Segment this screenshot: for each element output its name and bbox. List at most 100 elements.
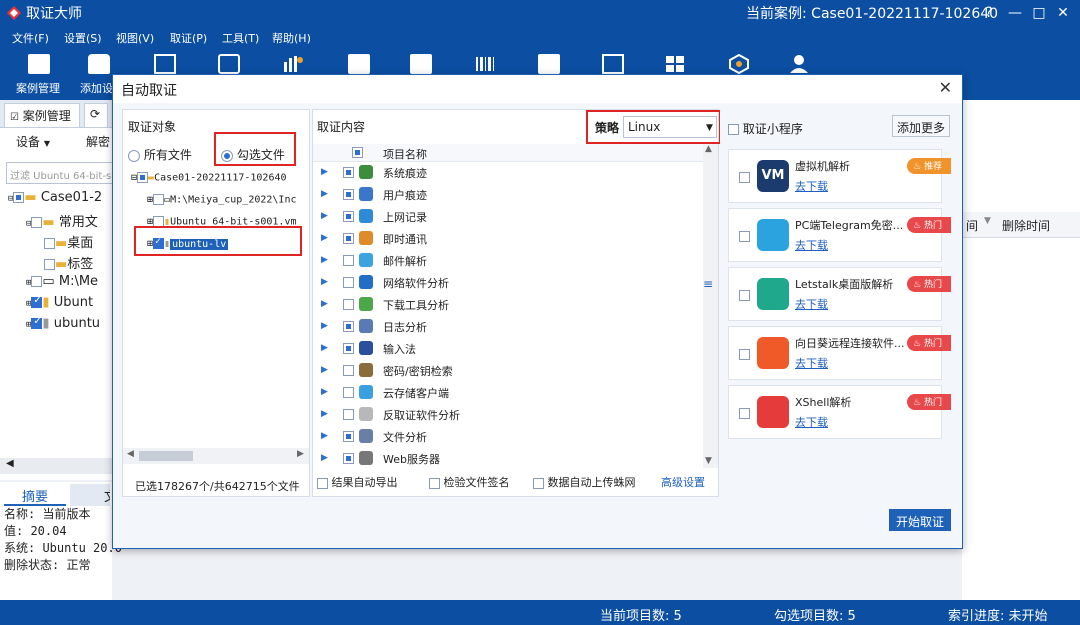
item-row[interactable]: ▶ 密码/密钥检索 <box>313 360 698 382</box>
col-time-header[interactable]: 间 <box>966 217 978 234</box>
item-row[interactable]: ▶ 用户痕迹 <box>313 184 698 206</box>
expand-arrow-icon[interactable]: ▶ <box>321 299 328 309</box>
opt-auto-upload[interactable]: 数据自动上传蛛网 <box>533 474 636 490</box>
expand-arrow-icon[interactable]: ▶ <box>321 365 328 375</box>
barcode-icon[interactable] <box>474 54 496 74</box>
dialog-close-button[interactable]: ✕ <box>939 78 952 97</box>
item-row[interactable]: ▶ 下载工具分析 <box>313 294 698 316</box>
menu-tools[interactable]: 工具(T) <box>222 30 259 46</box>
expand-arrow-icon[interactable]: ▶ <box>321 453 328 463</box>
expand-arrow-icon[interactable]: ▶ <box>321 167 328 177</box>
mini-select-all-checkbox[interactable] <box>728 124 739 135</box>
case-manage-icon[interactable] <box>28 54 50 74</box>
expand-arrow-icon[interactable]: ▶ <box>321 277 328 287</box>
item-row[interactable]: ▶ 上网记录 <box>313 206 698 228</box>
start-forensics-button[interactable]: 开始取证 <box>889 509 951 531</box>
document-search-icon[interactable] <box>348 54 370 74</box>
item-row[interactable]: ▶ 即时通讯 <box>313 228 698 250</box>
tree-node-mdrive[interactable]: ⊞ ▭ M:\Me <box>26 274 98 289</box>
download-link[interactable]: 去下载 <box>795 237 828 253</box>
item-checkbox[interactable] <box>343 321 354 332</box>
close-window-button[interactable]: ✕ <box>1052 4 1074 22</box>
expand-arrow-icon[interactable]: ▶ <box>321 409 328 419</box>
minimize-button[interactable]: — <box>1004 4 1026 22</box>
list-icon[interactable] <box>602 54 624 74</box>
opt-auto-export[interactable]: 结果自动导出 <box>317 474 398 490</box>
items-vscrollbar[interactable]: ▲ ▼ <box>703 144 718 468</box>
item-checkbox[interactable] <box>343 167 354 178</box>
item-checkbox[interactable] <box>343 211 354 222</box>
toolbar-icon-4[interactable] <box>218 54 240 74</box>
expand-arrow-icon[interactable]: ▶ <box>321 431 328 441</box>
item-checkbox[interactable] <box>343 431 354 442</box>
auto-forensics-icon[interactable] <box>154 54 176 74</box>
item-checkbox[interactable] <box>343 343 354 354</box>
item-checkbox[interactable] <box>343 453 354 464</box>
splitter-handle-icon[interactable]: ≡ <box>703 277 713 291</box>
target-tree-root[interactable]: ⊟ ▬Case01-20221117-102640 <box>131 172 309 184</box>
menu-view[interactable]: 视图(V) <box>116 30 154 46</box>
item-row[interactable]: ▶ 文件分析 <box>313 426 698 448</box>
menu-settings[interactable]: 设置(S) <box>64 30 102 46</box>
item-checkbox[interactable] <box>343 189 354 200</box>
download-link[interactable]: 去下载 <box>795 296 828 312</box>
menu-forensics[interactable]: 取证(P) <box>170 30 207 46</box>
expand-arrow-icon[interactable]: ▶ <box>321 321 328 331</box>
tree-node-case[interactable]: ⊟ ▬ Case01-2 <box>8 190 102 205</box>
item-row[interactable]: ▶ 云存储客户端 <box>313 382 698 404</box>
device-dropdown[interactable]: 设备 ▼ <box>16 133 50 150</box>
item-row[interactable]: ▶ 反取证软件分析 <box>313 404 698 426</box>
download-link[interactable]: 去下载 <box>795 414 828 430</box>
tree-node-common[interactable]: ⊟ ▬ 常用文 <box>26 211 98 230</box>
card-checkbox[interactable] <box>739 290 750 301</box>
tree-node-ubuntu-vm[interactable]: ⊞▮ Ubunt <box>26 295 93 310</box>
tab-file[interactable]: 文 <box>70 484 110 506</box>
chart-icon[interactable] <box>282 54 304 74</box>
help-button[interactable]: ? <box>978 4 1000 22</box>
item-checkbox[interactable] <box>343 299 354 310</box>
item-row[interactable]: ▶ 输入法 <box>313 338 698 360</box>
add-more-button[interactable]: 添加更多 <box>892 115 950 137</box>
filter-input[interactable]: 过滤 Ubuntu 64-bit-s <box>6 162 114 184</box>
tab-summary[interactable]: 摘要 <box>4 484 66 506</box>
item-row[interactable]: ▶ 网络软件分析 <box>313 272 698 294</box>
item-checkbox[interactable] <box>343 409 354 420</box>
tab-case-manage[interactable]: ☑ 案例管理 <box>4 103 80 127</box>
expand-arrow-icon[interactable]: ▶ <box>321 233 328 243</box>
tab-refresh[interactable]: ⟳ <box>84 103 108 127</box>
item-row[interactable]: ▶ Web服务器 <box>313 448 698 470</box>
radio-all-files[interactable]: 所有文件 <box>128 146 192 163</box>
target-hscrollbar[interactable]: ◀ ▶ <box>123 448 309 464</box>
item-checkbox[interactable] <box>343 233 354 244</box>
select-all-checkbox[interactable] <box>352 147 363 158</box>
expand-arrow-icon[interactable]: ▶ <box>321 189 328 199</box>
add-device-icon[interactable] <box>88 54 110 74</box>
download-link[interactable]: 去下载 <box>795 355 828 371</box>
tree-node-tags[interactable]: ▬标签 <box>44 253 93 272</box>
decrypt-button[interactable]: 解密 <box>86 133 110 150</box>
expand-arrow-icon[interactable]: ▶ <box>321 343 328 353</box>
item-row[interactable]: ▶ 系统痕迹 <box>313 162 698 184</box>
item-checkbox[interactable] <box>343 387 354 398</box>
tree-node-ubuntu-lv[interactable]: ⊞▮ ubuntu <box>26 316 100 331</box>
target-tree-mdrive[interactable]: ⊞ ▭M:\Meiya_cup_2022\Inc <box>147 194 309 206</box>
opt-verify-signature[interactable]: 检验文件签名 <box>429 474 510 490</box>
item-row[interactable]: ▶ 邮件解析 <box>313 250 698 272</box>
report-icon[interactable] <box>538 54 560 74</box>
expand-arrow-icon[interactable]: ▶ <box>321 387 328 397</box>
item-checkbox[interactable] <box>343 255 354 266</box>
col-delete-time-header[interactable]: 删除时间 <box>1002 217 1050 234</box>
card-checkbox[interactable] <box>739 172 750 183</box>
maximize-button[interactable]: □ <box>1028 4 1050 22</box>
hex-icon[interactable] <box>728 53 750 75</box>
menu-file[interactable]: 文件(F) <box>12 30 49 46</box>
advanced-settings-link[interactable]: 高级设置 <box>661 474 705 490</box>
card-checkbox[interactable] <box>739 349 750 360</box>
menu-help[interactable]: 帮助(H) <box>272 30 311 46</box>
tree-node-desktop[interactable]: ▬桌面 <box>44 232 93 251</box>
scroll-thumb[interactable] <box>139 451 193 461</box>
user-icon[interactable] <box>788 54 810 74</box>
filter-icon[interactable]: ▼ <box>984 216 991 226</box>
document-edit-icon[interactable] <box>410 54 432 74</box>
download-link[interactable]: 去下载 <box>795 178 828 194</box>
